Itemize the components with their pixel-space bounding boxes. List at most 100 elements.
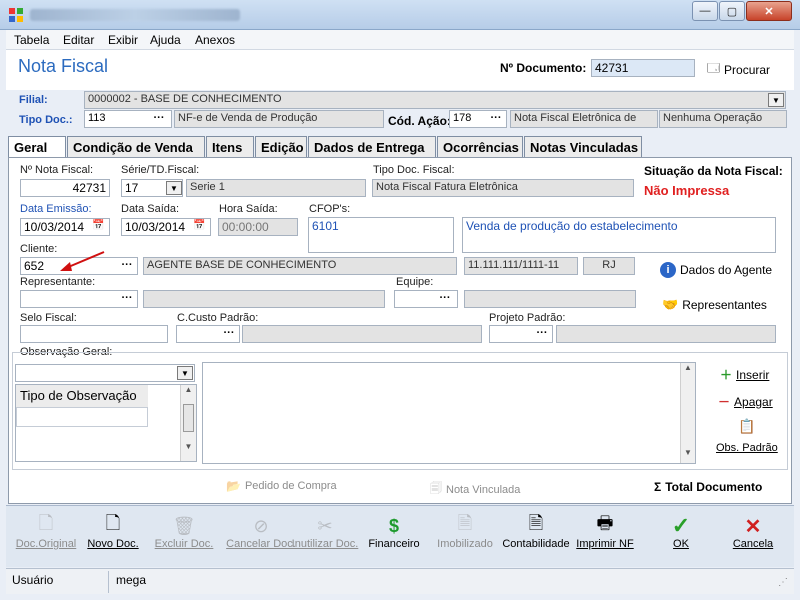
menu-editar[interactable]: Editar <box>63 33 94 47</box>
calendar-icon[interactable]: 📅 <box>193 220 205 231</box>
doc-original-button[interactable]: 🗋 Doc.Original <box>11 513 81 566</box>
menu-exibir[interactable]: Exibir <box>108 33 138 47</box>
cancela-label: Cancela <box>732 538 774 550</box>
imprimir-nf-button[interactable]: 🖶 Imprimir NF <box>570 513 640 566</box>
serie-desc: Serie 1 <box>186 179 366 197</box>
app-icon <box>8 7 24 23</box>
chevron-down-icon[interactable]: ▼ <box>768 93 784 107</box>
tab-geral[interactable]: Geral <box>8 136 66 159</box>
representante-label: Representante: <box>20 276 96 288</box>
tipo-doc-lookup-button[interactable]: ··· <box>148 112 170 128</box>
calendar-icon[interactable]: 📅 <box>92 220 104 231</box>
representantes-button[interactable]: 🤝 Representantes <box>662 297 767 313</box>
total-documento-button[interactable]: Σ Total Documento <box>654 480 762 494</box>
selo-label: Selo Fiscal: <box>20 312 77 324</box>
inserir-label: Inserir <box>736 367 770 382</box>
search-icon: 🗔 <box>707 61 721 75</box>
tab-notas-vinculadas[interactable]: Notas Vinculadas <box>524 136 642 158</box>
obs-text-area[interactable] <box>202 362 696 464</box>
printer-icon: 🖶 <box>596 513 614 533</box>
tipo-doc-fiscal-field: Nota Fiscal Fatura Eletrônica <box>372 179 634 197</box>
cod-acao-desc: Nota Fiscal Eletrônica de <box>510 110 658 128</box>
doc-number-field[interactable]: 42731 <box>591 59 695 77</box>
ledger-icon: 🗎 <box>528 513 544 533</box>
imprimir-nf-label: Imprimir NF <box>576 538 634 550</box>
status-divider <box>108 571 109 593</box>
financeiro-label: Financeiro <box>368 538 420 550</box>
cancel-icon: ⊘ <box>253 515 269 536</box>
maximize-button[interactable]: ▢ <box>719 1 745 21</box>
cod-acao-extra: Nenhuma Operação <box>659 110 787 128</box>
obs-padrao-button[interactable]: Obs. Padrão <box>716 442 778 454</box>
scroll-thumb[interactable] <box>183 404 194 432</box>
equipe-lookup-button[interactable]: ··· <box>434 292 456 308</box>
cliente-lookup-button[interactable]: ··· <box>116 259 138 275</box>
scroll-down-icon[interactable]: ▼ <box>681 448 695 457</box>
menu-ajuda[interactable]: Ajuda <box>150 33 181 47</box>
cfop-label: CFOP's: <box>309 203 351 215</box>
nf-number-field[interactable]: 42731 <box>20 179 110 197</box>
ccusto-lookup-button[interactable]: ··· <box>218 327 240 343</box>
menu-anexos[interactable]: Anexos <box>195 33 235 47</box>
obs-text-scrollbar[interactable]: ▲ ▼ <box>680 363 695 463</box>
doc-number-label: Nº Documento: <box>500 61 587 75</box>
window-titlebar: — ▢ ✕ <box>0 0 800 30</box>
representante-lookup-button[interactable]: ··· <box>116 292 138 308</box>
ccusto-label: C.Custo Padrão: <box>177 312 259 324</box>
nota-vinculada-button[interactable]: 🗐 Nota Vinculada <box>430 479 520 500</box>
obs-tipo-select[interactable] <box>15 364 195 382</box>
tipo-doc-fiscal-label: Tipo Doc. Fiscal: <box>373 164 455 176</box>
minimize-button[interactable]: — <box>692 1 718 21</box>
obs-tipo-header: Tipo de Observação <box>16 385 148 407</box>
tab-edicao[interactable]: Edição <box>255 136 307 158</box>
representantes-label: Representantes <box>682 298 767 312</box>
resize-grip-icon[interactable]: ⋰ <box>778 577 788 588</box>
scroll-up-icon[interactable]: ▲ <box>681 363 695 372</box>
tab-condicao-venda[interactable]: Condição de Venda <box>67 136 205 158</box>
bottom-toolbar: 🗋 Doc.Original 🗋 Novo Doc. 🗑 Excluir Doc… <box>6 505 794 567</box>
disable-icon: ✂ <box>317 515 333 536</box>
tab-ocorrencias[interactable]: Ocorrências <box>437 136 523 158</box>
cod-acao-lookup-button[interactable]: ··· <box>485 112 507 128</box>
excluir-doc-button[interactable]: 🗑 Excluir Doc. <box>149 514 219 566</box>
cancela-button[interactable]: ✕ Cancela <box>718 514 788 566</box>
novo-doc-button[interactable]: 🗋 Novo Doc. <box>78 513 148 566</box>
tab-itens[interactable]: Itens <box>206 136 254 158</box>
projeto-lookup-button[interactable]: ··· <box>531 327 553 343</box>
search-button-label: Procurar <box>724 62 771 77</box>
nf-label: Nº Nota Fiscal: <box>20 164 94 176</box>
handshake-icon: 🤝 <box>662 297 679 312</box>
obs-tipo-row[interactable] <box>16 407 148 427</box>
financeiro-button[interactable]: $ Financeiro <box>359 514 429 566</box>
menu-tabela[interactable]: Tabela <box>14 33 49 47</box>
dados-agente-button[interactable]: i Dados do Agente <box>660 262 772 278</box>
tab-dados-entrega[interactable]: Dados de Entrega <box>308 136 436 158</box>
contabilidade-button[interactable]: 🗎 Contabilidade <box>500 513 572 566</box>
scroll-down-icon[interactable]: ▼ <box>181 442 196 451</box>
imobilizado-button[interactable]: 🗎 Imobilizado <box>430 513 500 566</box>
serie-chevron-down-icon[interactable]: ▼ <box>166 181 182 195</box>
inutilizar-doc-button[interactable]: ✂ Inutilizar Doc. <box>289 514 361 566</box>
obs-chevron-down-icon[interactable]: ▼ <box>177 366 193 380</box>
dollar-icon: $ <box>388 515 399 536</box>
ok-button[interactable]: ✓ OK <box>646 513 716 566</box>
projeto-label: Projeto Padrão: <box>489 312 566 324</box>
situacao-label: Situação da Nota Fiscal: <box>644 164 783 178</box>
filial-select[interactable]: 0000002 - BASE DE CONHECIMENTO <box>84 91 786 109</box>
tipo-doc-desc: NF-e de Venda de Produção <box>174 110 384 128</box>
asset-icon: 🗎 <box>457 513 473 533</box>
new-doc-icon: 🗋 <box>105 513 121 533</box>
scroll-up-icon[interactable]: ▲ <box>181 385 196 394</box>
equipe-label: Equipe: <box>396 276 434 288</box>
obs-tipo-scrollbar[interactable]: ▲ ▼ <box>180 385 196 461</box>
search-button[interactable]: 🗔 Procurar <box>707 59 770 80</box>
pedido-compra-button[interactable]: 📂 Pedido de Compra <box>226 479 337 493</box>
apagar-button[interactable]: － Apagar <box>718 393 773 410</box>
cfop-list[interactable]: 6101 <box>308 217 454 253</box>
pedido-compra-label: Pedido de Compra <box>244 480 337 492</box>
close-button[interactable]: ✕ <box>746 1 792 21</box>
hora-field[interactable]: 00:00:00 <box>218 218 298 236</box>
inserir-button[interactable]: ＋ Inserir <box>720 366 769 383</box>
selo-field[interactable] <box>20 325 168 343</box>
copy-doc-icon[interactable]: 📋 <box>738 418 755 435</box>
